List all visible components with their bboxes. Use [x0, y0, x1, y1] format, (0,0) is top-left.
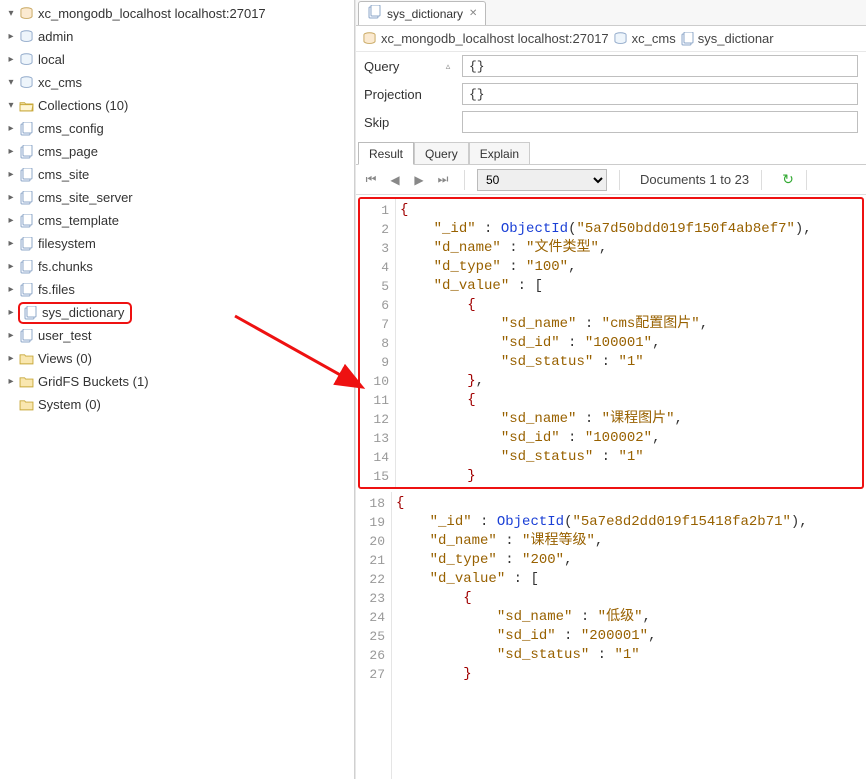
- first-page-icon[interactable]: ⏮: [362, 172, 380, 187]
- tree-collection-item[interactable]: ▸ cms_config: [0, 117, 354, 140]
- folder-icon: [18, 397, 34, 413]
- chevron-right-icon[interactable]: ▸: [4, 53, 18, 67]
- tree-collection-item[interactable]: ▸ cms_site: [0, 163, 354, 186]
- json-editor-box-1: 1234567891011121314151617 { "_id" : Obje…: [358, 197, 864, 489]
- query-input[interactable]: [462, 55, 858, 77]
- projection-label: Projection: [364, 87, 434, 102]
- result-tabs: Result Query Explain: [356, 140, 866, 165]
- folder-icon: [18, 351, 34, 367]
- close-icon[interactable]: ✕: [469, 8, 477, 19]
- chevron-right-icon[interactable]: ▸: [4, 375, 18, 389]
- tree-db-local[interactable]: ▸ local: [0, 48, 354, 71]
- tab-sys-dictionary[interactable]: sys_dictionary ✕: [358, 1, 486, 25]
- tab-label: sys_dictionary: [387, 7, 463, 21]
- tab-result[interactable]: Result: [358, 142, 414, 165]
- chevron-right-icon[interactable]: ▸: [4, 168, 18, 182]
- skip-input[interactable]: [462, 111, 858, 133]
- database-icon: [18, 75, 34, 91]
- database-icon: [18, 29, 34, 45]
- skip-label: Skip: [364, 115, 434, 130]
- chevron-right-icon[interactable]: ▸: [4, 237, 18, 251]
- tree-gridfs-folder[interactable]: ▸ GridFS Buckets (1): [0, 370, 354, 393]
- breadcrumb-collection[interactable]: sys_dictionar: [698, 31, 774, 46]
- breadcrumb-db[interactable]: xc_cms: [632, 31, 676, 46]
- tree-collection-item[interactable]: ▸ cms_template: [0, 209, 354, 232]
- tree-collection-item[interactable]: ▸ cms_site_server: [0, 186, 354, 209]
- collection-icon: [18, 236, 34, 252]
- query-label: Query: [364, 59, 434, 74]
- tree-views-folder[interactable]: ▸ Views (0): [0, 347, 354, 370]
- tree-collection-item[interactable]: ▸ filesystem: [0, 232, 354, 255]
- tree-connection[interactable]: ▾ xc_mongodb_localhost localhost:27017: [0, 2, 354, 25]
- collection-icon: [18, 328, 34, 344]
- json-code[interactable]: { "_id" : ObjectId("5a7e8d2dd019f15418fa…: [392, 492, 866, 779]
- chevron-right-icon[interactable]: ▸: [4, 191, 18, 205]
- chevron-down-icon[interactable]: ▾: [4, 7, 18, 21]
- connection-label: xc_mongodb_localhost localhost:27017: [38, 6, 354, 21]
- folder-icon: [18, 374, 34, 390]
- tree-collection-item[interactable]: ▸ fs.files: [0, 278, 354, 301]
- chevron-up-down-icon[interactable]: ▵: [442, 61, 454, 72]
- next-page-icon[interactable]: ▶: [410, 173, 428, 187]
- db-tree-sidebar: ▾ xc_mongodb_localhost localhost:27017 ▸…: [0, 0, 355, 779]
- chevron-right-icon[interactable]: ▸: [4, 283, 18, 297]
- doc-range-label: Documents 1 to 23: [640, 172, 749, 187]
- chevron-right-icon[interactable]: ▸: [4, 260, 18, 274]
- collection-icon: [367, 5, 381, 22]
- tree-collections-folder[interactable]: ▾ Collections (10): [0, 94, 354, 117]
- chevron-right-icon[interactable]: ▸: [4, 306, 18, 320]
- chevron-right-icon[interactable]: ▸: [4, 30, 18, 44]
- database-icon: [18, 52, 34, 68]
- line-gutter: 1234567891011121314151617: [360, 199, 396, 487]
- tree-collection-item[interactable]: ▸ fs.chunks: [0, 255, 354, 278]
- collection-icon: [18, 167, 34, 183]
- page-size-select[interactable]: 50: [477, 169, 607, 191]
- collection-icon: [18, 121, 34, 137]
- tree-collection-item[interactable]: ▸ cms_page: [0, 140, 354, 163]
- tree-collection-item[interactable]: ▸ user_test: [0, 324, 354, 347]
- breadcrumb-server[interactable]: xc_mongodb_localhost localhost:27017: [381, 31, 609, 46]
- server-icon: [362, 32, 377, 45]
- collection-icon: [22, 305, 38, 321]
- chevron-right-icon[interactable]: ▸: [4, 122, 18, 136]
- json-editor-box-2: 18192021222324252627 { "_id" : ObjectId(…: [356, 491, 866, 779]
- tab-explain[interactable]: Explain: [469, 142, 530, 165]
- collection-icon: [18, 213, 34, 229]
- chevron-right-icon[interactable]: ▸: [4, 329, 18, 343]
- refresh-icon[interactable]: ↻: [782, 171, 794, 188]
- last-page-icon[interactable]: ⏭: [434, 172, 452, 187]
- folder-open-icon: [18, 98, 34, 114]
- chevron-down-icon[interactable]: ▾: [4, 99, 18, 113]
- result-toolbar: ⏮ ◀ ▶ ⏭ 50 Documents 1 to 23 ↻: [356, 165, 866, 195]
- chevron-down-icon[interactable]: ▾: [4, 76, 18, 90]
- editor-panel: sys_dictionary ✕ xc_mongodb_localhost lo…: [355, 0, 866, 779]
- tree-db-xccms[interactable]: ▾ xc_cms: [0, 71, 354, 94]
- json-code[interactable]: { "_id" : ObjectId("5a7d50bdd019f150f4ab…: [396, 199, 862, 487]
- chevron-right-icon[interactable]: ▸: [4, 352, 18, 366]
- editor-tabbar: sys_dictionary ✕: [356, 0, 866, 26]
- projection-input[interactable]: [462, 83, 858, 105]
- collection-icon: [18, 190, 34, 206]
- chevron-right-icon[interactable]: ▸: [4, 214, 18, 228]
- collection-icon: [18, 259, 34, 275]
- breadcrumb: xc_mongodb_localhost localhost:27017 xc_…: [356, 26, 866, 52]
- tree-db-admin[interactable]: ▸ admin: [0, 25, 354, 48]
- server-icon: [18, 6, 34, 22]
- collection-icon: [18, 282, 34, 298]
- database-icon: [613, 32, 628, 45]
- collection-icon: [18, 144, 34, 160]
- chevron-right-icon[interactable]: ▸: [4, 145, 18, 159]
- collection-icon: [680, 32, 694, 46]
- prev-page-icon[interactable]: ◀: [386, 173, 404, 187]
- tab-query[interactable]: Query: [414, 142, 469, 165]
- tree-collection-item-selected[interactable]: ▸ sys_dictionary: [0, 301, 354, 324]
- line-gutter: 18192021222324252627: [356, 492, 392, 779]
- tree-system-folder[interactable]: ▸ System (0): [0, 393, 354, 416]
